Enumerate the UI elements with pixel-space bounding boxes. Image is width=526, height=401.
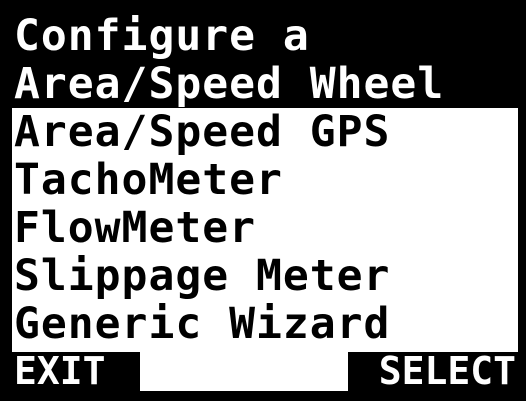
device-screen: Configure a Area/Speed Wheel Area/Speed … xyxy=(0,0,526,401)
selected-title-bar[interactable]: Configure a Area/Speed Wheel xyxy=(12,12,518,108)
exit-button[interactable]: EXIT xyxy=(12,352,140,391)
menu-item-slippage-meter[interactable]: Slippage Meter xyxy=(12,252,518,300)
menu-item-flowmeter[interactable]: FlowMeter xyxy=(12,204,518,252)
title-line-1: Configure a xyxy=(14,11,310,61)
menu-item-area-speed-wheel[interactable]: Area/Speed Wheel xyxy=(14,60,444,108)
menu-item-area-speed-gps[interactable]: Area/Speed GPS xyxy=(12,108,518,156)
select-button[interactable]: SELECT xyxy=(348,352,518,391)
menu-item-tachometer[interactable]: TachoMeter xyxy=(12,156,518,204)
softkey-bar: EXIT SELECT xyxy=(12,352,518,391)
option-menu: Area/Speed GPS TachoMeter FlowMeter Slip… xyxy=(12,108,518,348)
menu-item-generic-wizard[interactable]: Generic Wizard xyxy=(12,300,518,348)
